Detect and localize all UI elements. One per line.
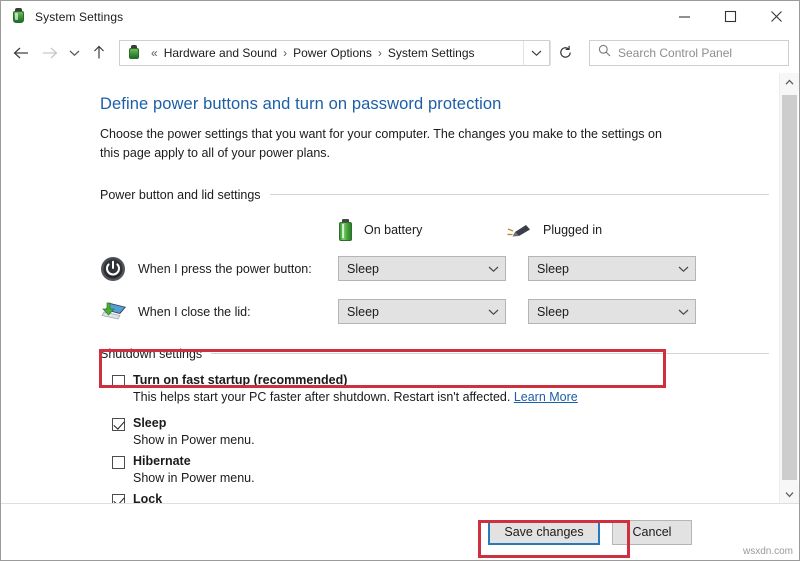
setting-label-power-button: When I press the power button: [130,262,338,276]
checkbox-label-sleep: Sleep [133,416,166,430]
cancel-button[interactable]: Cancel [612,520,692,545]
scrollbar-thumb[interactable] [782,95,797,480]
shutdown-section-heading: Shutdown settings [100,347,769,361]
address-bar[interactable]: « Hardware and Sound › Power Options › S… [119,40,550,66]
scroll-down-icon[interactable] [780,485,799,503]
breadcrumb-overflow[interactable]: « [147,46,162,60]
title-bar: System Settings [1,1,799,32]
search-icon [598,44,611,62]
refresh-icon[interactable] [550,41,580,65]
checkbox-label-lock: Lock [133,492,162,503]
shutdown-options-list: Sleep Show in Power menu. Hibernate Show… [100,416,769,503]
learn-more-link[interactable]: Learn More [514,390,578,404]
power-section-heading: Power button and lid settings [100,188,769,202]
watermark: wsxdn.com [743,546,793,557]
setting-row-close-lid: When I close the lid: Sleep Sleep [100,297,769,327]
chevron-down-icon [488,265,499,273]
laptop-lid-icon [100,300,130,324]
checkbox-row-lock[interactable]: Lock [112,492,769,503]
dropdown-value: Sleep [537,262,569,276]
system-settings-window: System Settings [0,0,800,561]
scrollbar-track[interactable] [780,91,799,485]
fast-startup-description: This helps start your PC faster after sh… [133,390,769,404]
page-title: Define power buttons and turn on passwor… [100,95,769,114]
breadcrumb-power-icon [126,45,142,61]
chevron-down-icon [678,308,689,316]
up-arrow-icon[interactable] [85,38,113,68]
breadcrumb-separator: › [279,46,291,60]
settings-panel: Define power buttons and turn on passwor… [1,73,799,503]
scroll-up-icon[interactable] [780,73,799,91]
breadcrumb-item-system-settings[interactable]: System Settings [386,46,477,60]
power-section-label: Power button and lid settings [100,188,261,202]
forward-arrow-icon [35,38,63,68]
list-item: Hibernate Show in Power menu. [112,454,769,485]
title-bar-left: System Settings [1,8,123,25]
power-button-icon [100,256,130,282]
search-placeholder: Search Control Panel [618,46,732,60]
recent-locations-chevron-down-icon[interactable] [63,38,85,68]
dropdown-value: Sleep [537,305,569,319]
save-changes-button[interactable]: Save changes [488,520,600,545]
dropdown-close-lid-plugged-in[interactable]: Sleep [528,299,696,324]
shutdown-section-label: Shutdown settings [100,347,202,361]
battery-icon [338,219,353,241]
sleep-description: Show in Power menu. [133,433,769,447]
breadcrumb-item-hardware-and-sound[interactable]: Hardware and Sound [162,46,279,60]
checkbox-hibernate[interactable] [112,456,125,469]
address-chevron-down-icon[interactable] [523,41,549,65]
vertical-scrollbar[interactable] [779,73,798,503]
content-area: Define power buttons and turn on passwor… [1,73,799,503]
minimize-icon[interactable] [661,1,707,32]
window-title: System Settings [35,10,123,24]
maximize-icon[interactable] [707,1,753,32]
checkbox-label-fast-startup: Turn on fast startup (recommended) [133,373,347,387]
setting-label-close-lid: When I close the lid: [130,305,338,319]
column-on-battery: On battery [338,219,506,241]
fast-startup-description-text: This helps start your PC faster after sh… [133,390,510,404]
checkbox-row-fast-startup[interactable]: Turn on fast startup (recommended) [112,373,769,388]
dropdown-value: Sleep [347,262,379,276]
checkbox-sleep[interactable] [112,418,125,431]
list-item: Sleep Show in Power menu. [112,416,769,447]
checkbox-fast-startup[interactable] [112,375,125,388]
footer-bar: Save changes Cancel wsxdn.com [1,503,799,560]
chevron-down-icon [678,265,689,273]
hibernate-description: Show in Power menu. [133,471,769,485]
dropdown-value: Sleep [347,305,379,319]
search-input[interactable]: Search Control Panel [589,40,789,66]
section-divider [270,194,769,195]
dropdown-power-button-plugged-in[interactable]: Sleep [528,256,696,281]
breadcrumb-separator: › [374,46,386,60]
window-controls [661,1,799,32]
checkbox-row-hibernate[interactable]: Hibernate [112,454,769,469]
checkbox-row-sleep[interactable]: Sleep [112,416,769,431]
section-divider [211,353,769,354]
power-plug-icon [506,221,532,239]
column-on-battery-label: On battery [364,223,422,237]
power-battery-icon [10,8,27,25]
close-icon[interactable] [753,1,799,32]
breadcrumb-item-power-options[interactable]: Power Options [291,46,374,60]
list-item: Lock Show in account picture menu. [112,492,769,503]
fast-startup-block: Turn on fast startup (recommended) This … [100,361,769,404]
power-column-headers: On battery Plugged in [100,219,769,241]
column-plugged-in-label: Plugged in [543,223,602,237]
navigation-bar: « Hardware and Sound › Power Options › S… [1,32,799,73]
page-description: Choose the power settings that you want … [100,125,672,164]
checkbox-label-hibernate: Hibernate [133,454,191,468]
checkbox-lock[interactable] [112,494,125,503]
dropdown-close-lid-on-battery[interactable]: Sleep [338,299,506,324]
chevron-down-icon [488,308,499,316]
column-plugged-in: Plugged in [506,221,602,239]
settings-inner: Define power buttons and turn on passwor… [1,95,799,503]
dropdown-power-button-on-battery[interactable]: Sleep [338,256,506,281]
back-arrow-icon[interactable] [7,38,35,68]
setting-row-power-button: When I press the power button: Sleep Sle… [100,254,769,284]
